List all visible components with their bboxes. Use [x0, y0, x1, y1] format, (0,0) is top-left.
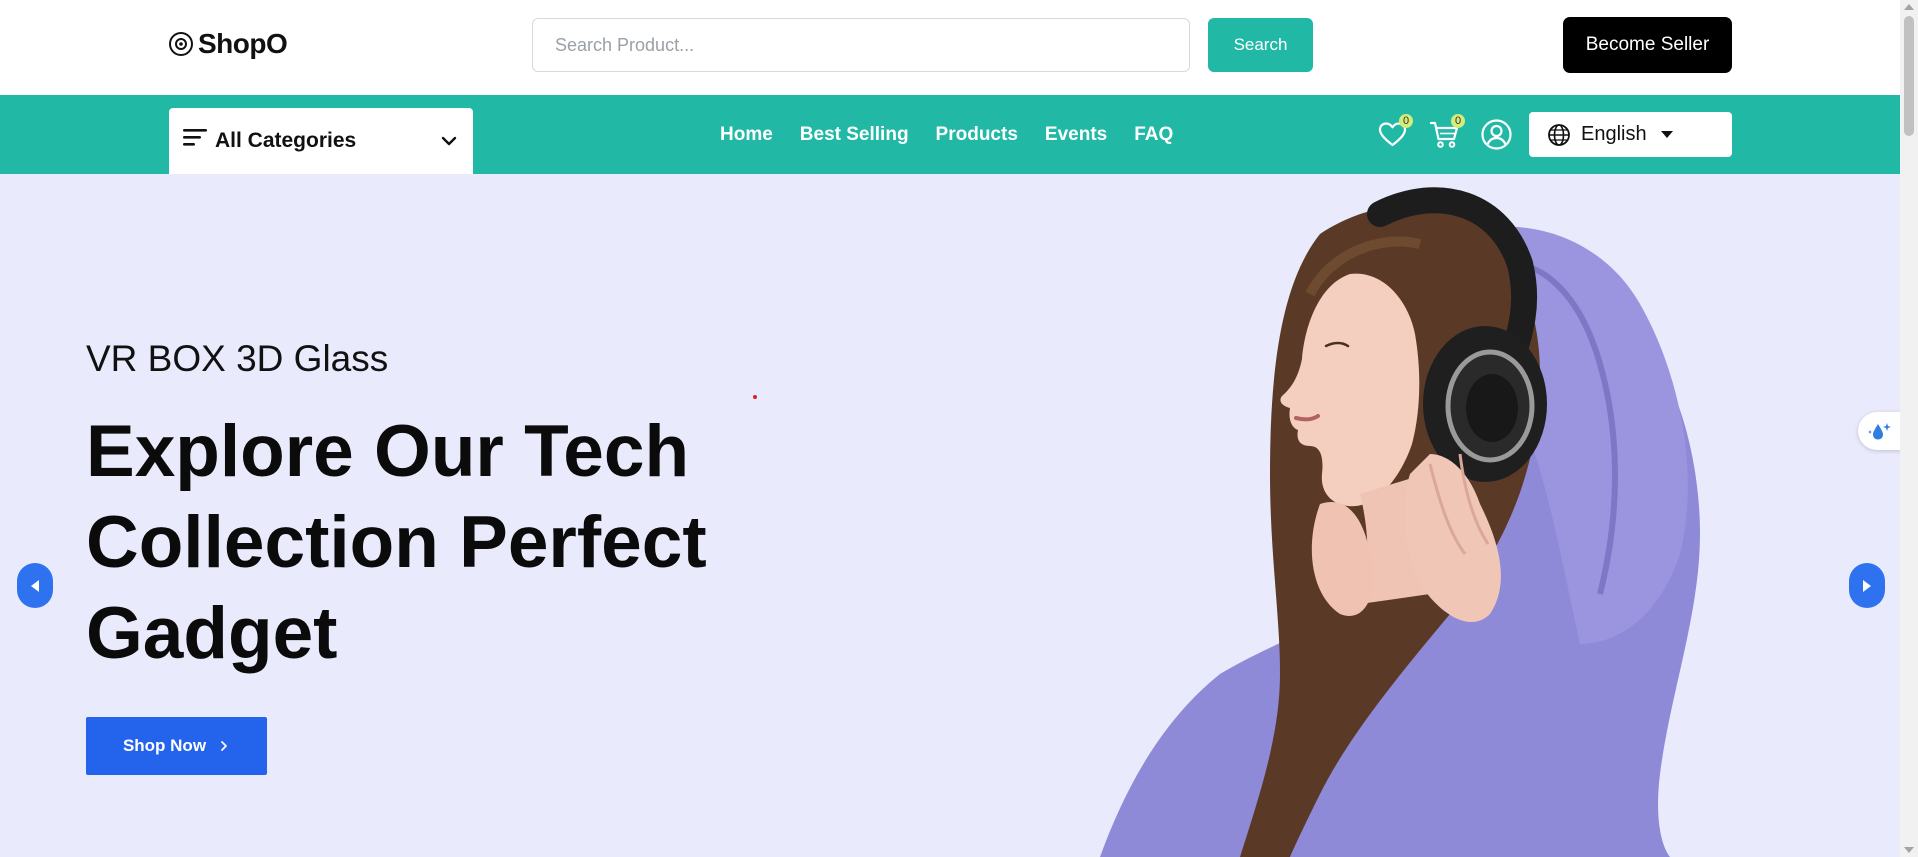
language-label: English	[1581, 123, 1647, 145]
chevron-down-icon	[441, 136, 457, 146]
top-header: ShopO Search Become Seller	[0, 0, 1900, 95]
search-input[interactable]	[532, 18, 1190, 72]
arrow-right-icon	[1863, 579, 1871, 592]
wishlist-count-badge: 0	[1399, 114, 1413, 128]
shop-now-label: Shop Now	[122, 736, 207, 755]
shop-now-button[interactable]: Shop Now	[86, 717, 267, 775]
scroll-down-arrow[interactable]	[1904, 847, 1914, 853]
search-button[interactable]: Search	[1208, 18, 1313, 72]
hero-title: Explore Our Tech Collection Perfect Gadg…	[86, 411, 707, 674]
account-button[interactable]	[1480, 118, 1513, 151]
wishlist-button[interactable]: 0	[1376, 114, 1413, 151]
nav-bar: All Categories Home Best Selling Product…	[0, 95, 1900, 174]
cart-button[interactable]: 0	[1428, 114, 1465, 151]
slider-prev-button[interactable]	[17, 563, 53, 608]
chevron-right-icon	[221, 741, 227, 751]
language-select[interactable]: English	[1529, 112, 1732, 157]
droplet-sparkle-icon	[1868, 423, 1891, 440]
hero-subtitle: VR BOX 3D Glass	[86, 338, 389, 379]
caret-down-icon	[1660, 131, 1673, 138]
globe-icon	[1548, 123, 1570, 146]
hero-model-image	[1100, 187, 1700, 857]
page-scrollbar[interactable]	[1900, 0, 1918, 857]
arrow-left-icon	[31, 579, 39, 592]
nav-link-home[interactable]: Home	[720, 124, 773, 146]
nav-icons: 0 0	[1376, 95, 1513, 174]
nav-links: Home Best Selling Products Events FAQ	[720, 95, 1173, 174]
hero-banner: VR BOX 3D Glass Explore Our Tech Collect…	[0, 174, 1900, 857]
nav-link-best-selling[interactable]: Best Selling	[800, 124, 909, 146]
logo-text: ShopO	[198, 28, 288, 59]
nav-link-products[interactable]: Products	[936, 124, 1018, 146]
all-categories-dropdown[interactable]: All Categories	[169, 108, 473, 174]
nav-link-events[interactable]: Events	[1045, 124, 1107, 146]
scroll-thumb[interactable]	[1904, 16, 1914, 136]
categories-label: All Categories	[215, 129, 357, 152]
floating-assistant-button[interactable]	[1858, 412, 1902, 450]
nav-link-faq[interactable]: FAQ	[1134, 124, 1173, 146]
become-seller-button[interactable]: Become Seller	[1563, 17, 1732, 73]
scroll-up-arrow[interactable]	[1904, 4, 1914, 10]
logo-icon	[169, 32, 193, 56]
logo[interactable]: ShopO	[168, 28, 288, 60]
slider-next-button[interactable]	[1849, 563, 1885, 608]
cursor-dot	[753, 395, 757, 399]
user-icon	[1481, 119, 1512, 150]
menu-icon	[183, 129, 207, 146]
cart-count-badge: 0	[1451, 114, 1465, 128]
